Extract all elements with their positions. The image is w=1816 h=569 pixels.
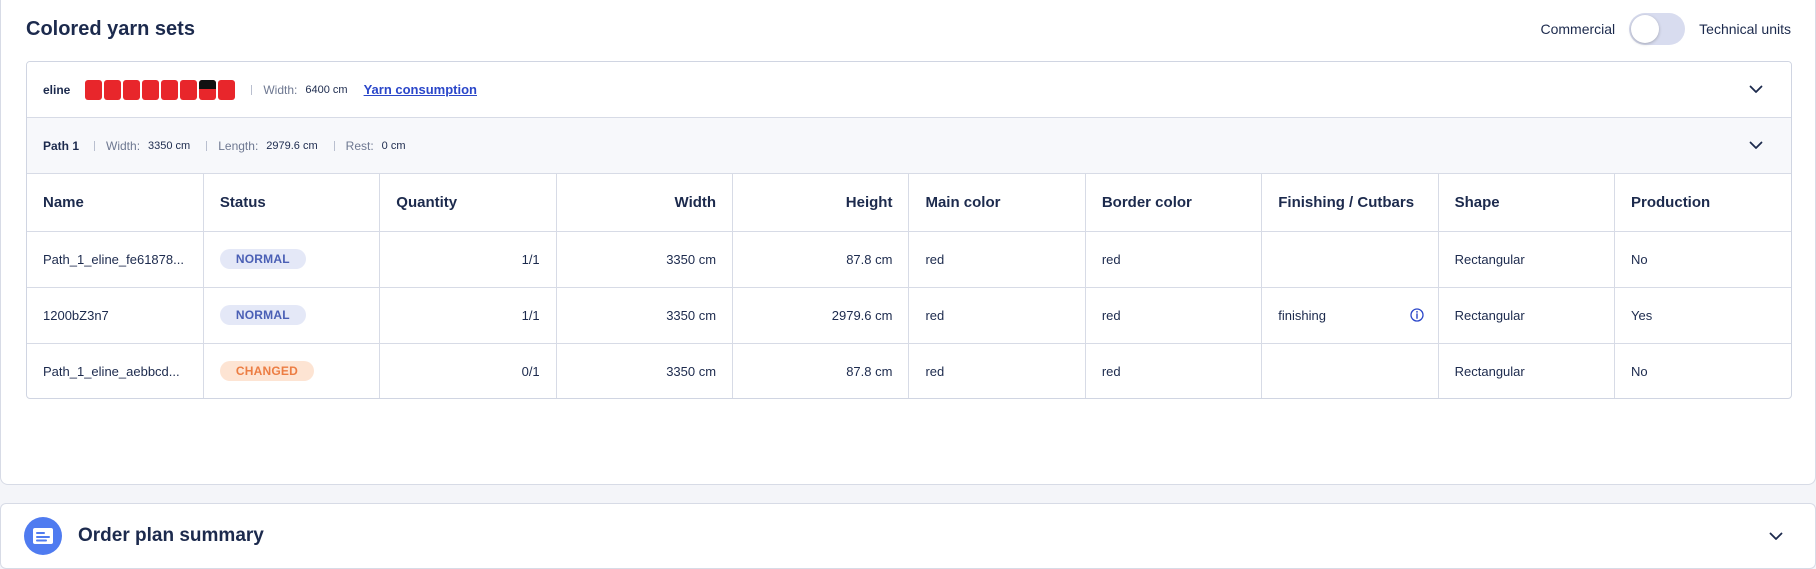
cell-height: 87.8 cm: [732, 343, 910, 398]
cell-quantity: 1/1: [379, 231, 557, 288]
cell-border-color: red: [1085, 343, 1263, 398]
path-length-label: Length:: [218, 138, 259, 153]
cell-border-color: red: [1085, 231, 1263, 288]
cell-quantity: 0/1: [379, 343, 557, 398]
cell-finishing: [1261, 343, 1439, 398]
colored-yarn-sets-panel: Colored yarn sets Commercial Technical u…: [0, 0, 1816, 485]
chevron-down-icon[interactable]: [1749, 139, 1763, 153]
col-main-color[interactable]: Main color: [908, 174, 1086, 232]
cell-width: 3350 cm: [556, 287, 734, 344]
cell-name: Path_1_eline_aebbcd...: [27, 343, 204, 398]
cell-finishing: [1261, 231, 1439, 288]
yarn-set-header[interactable]: eline Width: 6400 cm Yarn consumption: [27, 62, 1791, 118]
color-swatch: [123, 79, 141, 100]
set-width-label: Width:: [263, 82, 298, 97]
divider: [94, 140, 96, 151]
color-swatch: [142, 79, 160, 100]
cell-name: Path_1_eline_fe61878...: [27, 231, 204, 288]
cell-finishing: finishing: [1261, 287, 1439, 344]
divider: [251, 84, 253, 95]
col-quantity[interactable]: Quantity: [379, 174, 557, 232]
cell-quantity: 1/1: [379, 287, 557, 344]
path-name: Path 1: [43, 138, 80, 153]
cell-shape: Rectangular: [1438, 287, 1616, 344]
path-width-label: Width:: [106, 138, 141, 153]
toggle-left-label: Commercial: [1540, 21, 1616, 37]
cell-production: No: [1614, 231, 1791, 288]
status-badge: NORMAL: [219, 305, 306, 325]
cell-production: No: [1631, 363, 1648, 379]
cell-width: 3350 cm: [556, 343, 734, 398]
color-swatch: [180, 79, 198, 100]
cell-main-color: red: [908, 231, 1086, 288]
col-name[interactable]: Name: [27, 174, 204, 232]
pieces-table: Name Status Quantity Width Height Main c…: [27, 174, 1791, 398]
color-swatch: [104, 79, 122, 100]
col-status[interactable]: Status: [203, 174, 381, 232]
order-plan-summary-section[interactable]: Order plan summary: [0, 503, 1816, 569]
col-width[interactable]: Width: [556, 174, 734, 232]
cell-height: 87.8 cm: [732, 231, 910, 288]
color-swatch: [85, 79, 103, 100]
status-badge: CHANGED: [219, 361, 314, 382]
document-icon: [24, 517, 62, 555]
cell-status: NORMAL: [203, 231, 381, 288]
status-badge: NORMAL: [219, 249, 306, 269]
toggle-knob: [1631, 15, 1660, 43]
path-width-value: 3350 cm: [148, 139, 191, 152]
cell-production: Yes: [1614, 287, 1791, 344]
path-header[interactable]: Path 1 Width: 3350 cm Length: 2979.6 cm …: [27, 118, 1791, 174]
color-swatches: [85, 79, 236, 100]
col-production[interactable]: Production: [1614, 174, 1791, 232]
cell-height: 2979.6 cm: [732, 287, 910, 344]
unit-toggle-switch[interactable]: [1629, 13, 1686, 45]
color-swatch: [199, 79, 217, 100]
table-row[interactable]: Path_1_eline_aebbcd... CHANGED 0/1 3350 …: [27, 343, 1791, 398]
color-swatch: [161, 79, 179, 100]
table-row[interactable]: 1200bZ3n7 NORMAL 1/1 3350 cm 2979.6 cm r…: [27, 287, 1791, 344]
path-length-value: 2979.6 cm: [266, 139, 318, 152]
divider: [206, 140, 208, 151]
toggle-right-label: Technical units: [1699, 21, 1791, 37]
cell-shape: Rectangular: [1438, 343, 1616, 398]
finishing-text: finishing: [1278, 307, 1326, 323]
info-icon[interactable]: [1409, 308, 1424, 322]
cell-status: CHANGED: [203, 343, 381, 398]
summary-title: Order plan summary: [78, 525, 264, 546]
unit-toggle: Commercial Technical units: [1540, 13, 1791, 45]
cell-main-color: red: [908, 343, 1086, 398]
yarn-consumption-link[interactable]: Yarn consumption: [364, 82, 477, 97]
yarn-set-card: eline Width: 6400 cm Yarn consumption Pa…: [26, 61, 1792, 399]
divider: [333, 140, 335, 151]
table-header-row: Name Status Quantity Width Height Main c…: [27, 174, 1791, 232]
col-border-color[interactable]: Border color: [1085, 174, 1263, 232]
cell-shape: Rectangular: [1438, 231, 1616, 288]
col-finishing[interactable]: Finishing / Cutbars: [1261, 174, 1439, 232]
cell-border-color: red: [1085, 287, 1263, 344]
col-height[interactable]: Height: [732, 174, 910, 232]
chevron-down-icon[interactable]: [1749, 83, 1763, 97]
cell-name: 1200bZ3n7: [27, 287, 204, 344]
cell-width: 3350 cm: [556, 231, 734, 288]
yarn-set-name: eline: [43, 82, 71, 97]
cell-status: NORMAL: [203, 287, 381, 344]
chevron-down-icon[interactable]: [1769, 529, 1783, 543]
path-rest-label: Rest:: [345, 138, 374, 153]
table-row[interactable]: Path_1_eline_fe61878... NORMAL 1/1 3350 …: [27, 231, 1791, 288]
path-rest-value: 0 cm: [381, 139, 406, 152]
cell-main-color: red: [908, 287, 1086, 344]
set-width-value: 6400 cm: [305, 83, 348, 96]
panel-title: Colored yarn sets: [26, 18, 195, 40]
col-shape[interactable]: Shape: [1438, 174, 1616, 232]
color-swatch: [218, 79, 236, 100]
